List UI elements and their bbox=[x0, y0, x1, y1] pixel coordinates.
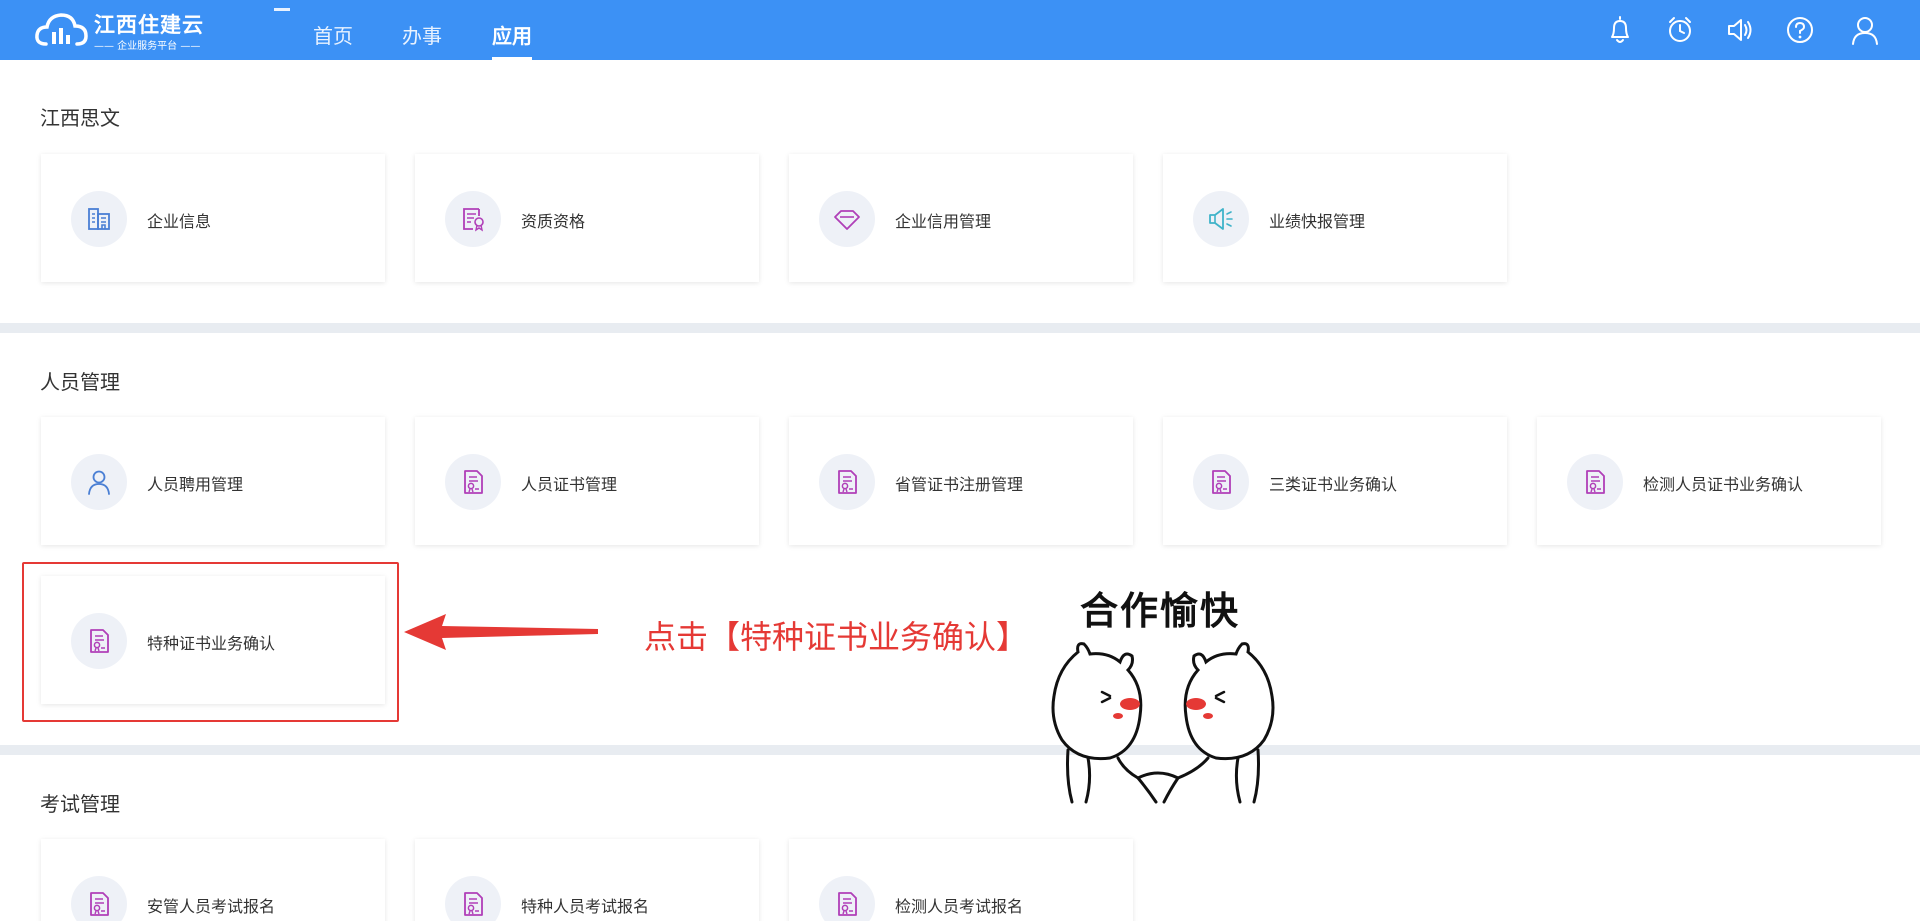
card-class-three-cert-confirm[interactable]: 三类证书业务确认 bbox=[1163, 417, 1507, 545]
nav-apps-label: 应用 bbox=[492, 24, 532, 48]
card-qualification[interactable]: 资质资格 bbox=[415, 154, 759, 282]
diamond-icon bbox=[834, 210, 860, 230]
logo-subtitle: —— 企业服务平台 —— bbox=[94, 41, 201, 52]
help-icon[interactable] bbox=[1783, 13, 1817, 47]
nav-home[interactable]: 首页 bbox=[313, 20, 353, 49]
certificate-icon bbox=[90, 892, 109, 916]
card-label: 检测人员考试报名 bbox=[895, 897, 1024, 916]
section-divider bbox=[0, 323, 1920, 333]
card-provincial-cert-registration[interactable]: 省管证书注册管理 bbox=[789, 417, 1133, 545]
card-label: 省管证书注册管理 bbox=[895, 475, 1024, 494]
card-label: 检测人员证书业务确认 bbox=[1643, 475, 1804, 494]
card-label: 业绩快报管理 bbox=[1269, 212, 1366, 231]
logo-mark bbox=[274, 8, 290, 11]
card-credit-management[interactable]: 企业信用管理 bbox=[789, 154, 1133, 282]
section-exam: 考试管理 安管人员考试报名 特种人员考试报名 检测人员考试报名 bbox=[0, 755, 1920, 921]
top-header: 江西住建云 —— 企业服务平台 —— 首页 办事 应用 bbox=[0, 0, 1920, 60]
nav-tasks[interactable]: 办事 bbox=[402, 20, 442, 49]
cartoon-sticker-icon bbox=[1051, 642, 1275, 804]
card-inspector-cert-confirm[interactable]: 检测人员证书业务确认 bbox=[1537, 417, 1881, 545]
instruction-note: 点击【特种证书业务确认】 bbox=[644, 618, 1029, 656]
card-label: 企业信用管理 bbox=[895, 212, 992, 231]
sticker-caption: 合作愉快 bbox=[1080, 589, 1241, 633]
section-company: 江西思文 企业信息 资质资格 企业信用管理 业绩快报管理 bbox=[0, 60, 1920, 324]
cloud-logo-icon bbox=[35, 13, 88, 46]
highlight-box bbox=[22, 562, 399, 722]
certificate-icon bbox=[464, 892, 483, 916]
section-title: 考试管理 bbox=[40, 792, 120, 816]
card-label: 三类证书业务确认 bbox=[1269, 475, 1398, 494]
card-label: 企业信息 bbox=[147, 212, 212, 231]
speaker-icon[interactable] bbox=[1723, 13, 1757, 47]
card-staff-certificate[interactable]: 人员证书管理 bbox=[415, 417, 759, 545]
certificate-icon bbox=[838, 892, 857, 916]
logo-title: 江西住建云 bbox=[94, 13, 204, 37]
nav-apps[interactable]: 应用 bbox=[492, 20, 532, 60]
user-icon[interactable] bbox=[1848, 13, 1882, 47]
certificate-icon bbox=[464, 470, 483, 494]
alarm-clock-icon[interactable] bbox=[1663, 13, 1697, 47]
certificate-icon bbox=[1586, 470, 1605, 494]
section-title: 人员管理 bbox=[40, 370, 120, 394]
section-divider bbox=[0, 745, 1920, 755]
certificate-document-icon bbox=[463, 208, 484, 232]
card-label: 人员聘用管理 bbox=[147, 475, 244, 494]
card-label: 人员证书管理 bbox=[521, 475, 618, 494]
card-company-info[interactable]: 企业信息 bbox=[41, 154, 385, 282]
logo[interactable]: 江西住建云 —— 企业服务平台 —— bbox=[34, 8, 290, 52]
megaphone-icon bbox=[1209, 208, 1233, 230]
card-label: 特种人员考试报名 bbox=[521, 897, 650, 916]
card-performance-report[interactable]: 业绩快报管理 bbox=[1163, 154, 1507, 282]
card-safety-staff-exam[interactable]: 安管人员考试报名 bbox=[41, 839, 385, 921]
person-icon bbox=[88, 470, 110, 495]
section-title: 江西思文 bbox=[40, 106, 120, 130]
card-label: 安管人员考试报名 bbox=[147, 897, 276, 916]
card-special-staff-exam[interactable]: 特种人员考试报名 bbox=[415, 839, 759, 921]
certificate-icon bbox=[1212, 470, 1231, 494]
red-arrow-icon bbox=[404, 614, 598, 650]
bell-icon[interactable] bbox=[1603, 13, 1637, 47]
certificate-icon bbox=[838, 470, 857, 494]
card-inspector-exam[interactable]: 检测人员考试报名 bbox=[789, 839, 1133, 921]
card-staff-hiring[interactable]: 人员聘用管理 bbox=[41, 417, 385, 545]
card-label: 资质资格 bbox=[521, 212, 586, 231]
building-icon bbox=[88, 208, 110, 230]
